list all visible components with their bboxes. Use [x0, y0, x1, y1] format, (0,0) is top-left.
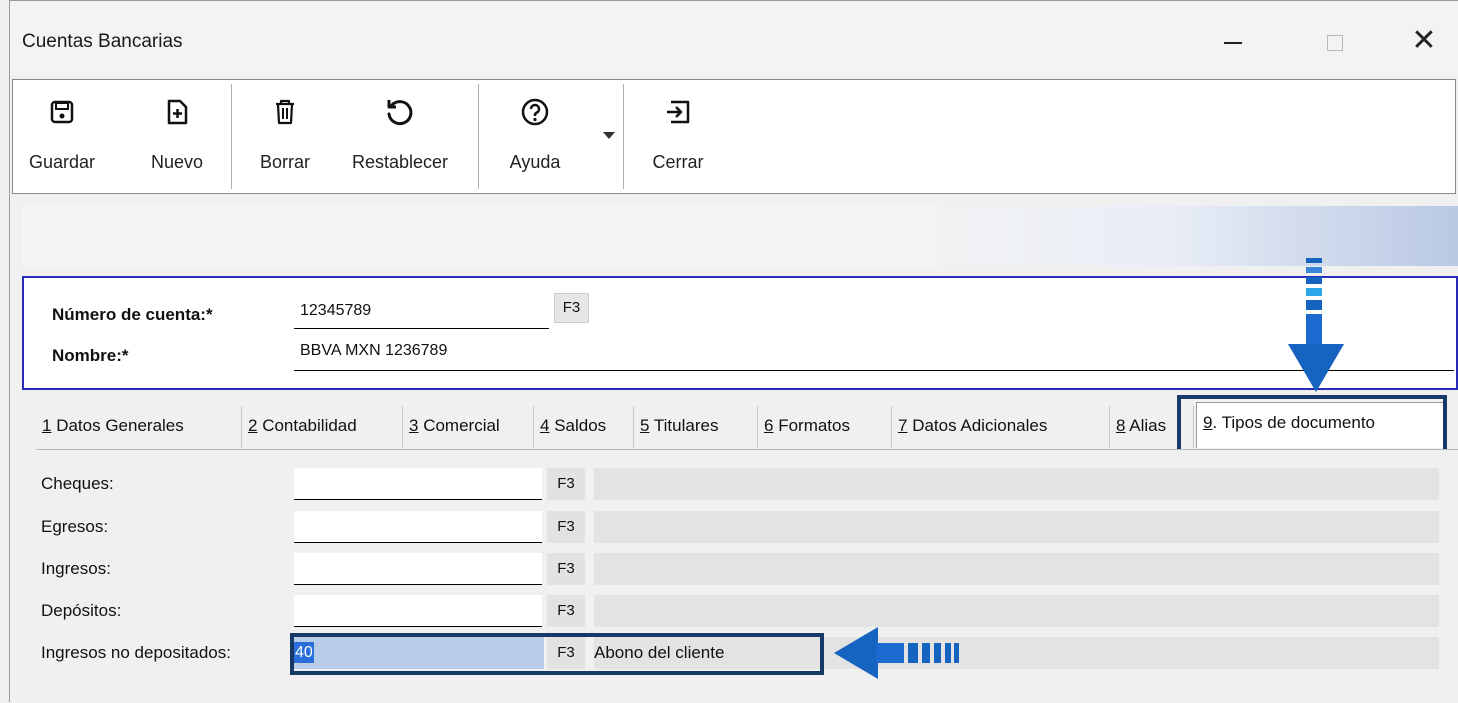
help-dropdown-caret[interactable]	[603, 132, 615, 139]
toolbar-separator	[623, 84, 624, 189]
tab-datos-adicionales[interactable]: 7 Datos Adicionales	[892, 406, 1110, 448]
help-icon	[495, 96, 575, 128]
active-tab-highlight	[1177, 395, 1447, 457]
minimize-button[interactable]	[1213, 23, 1253, 59]
account-header: Número de cuenta:* 12345789 F3 Nombre:* …	[22, 276, 1458, 390]
egresos-lookup-button[interactable]: F3	[547, 511, 585, 543]
depositos-lookup-button[interactable]: F3	[547, 595, 585, 627]
delete-button[interactable]: Borrar	[247, 80, 323, 195]
close-icon: ✕	[1411, 24, 1437, 57]
egresos-input[interactable]	[294, 511, 542, 543]
save-button[interactable]: Guardar	[21, 80, 103, 195]
toolbar: Guardar Nuevo Borrar Restablecer Ayuda C…	[12, 79, 1456, 194]
ingresos-lookup-button[interactable]: F3	[547, 553, 585, 585]
left-arrow-annotation	[830, 623, 970, 683]
help-button[interactable]: Ayuda	[495, 80, 575, 195]
field-highlight	[290, 633, 824, 675]
tab-formatos[interactable]: 6 Formatos	[758, 406, 892, 448]
minimize-icon	[1224, 42, 1242, 45]
ingresos-label: Ingresos:	[41, 559, 111, 578]
toolbar-separator	[231, 84, 232, 189]
tab-saldos[interactable]: 4 Saldos	[534, 406, 634, 448]
cheques-lookup-button[interactable]: F3	[547, 468, 585, 500]
depositos-label: Depósitos:	[41, 601, 122, 620]
egresos-label: Egresos:	[41, 517, 109, 536]
tab-titulares[interactable]: 5 Titulares	[634, 406, 758, 448]
ingresos-description	[594, 553, 1439, 585]
title-bar: Cuentas Bancarias ✕	[10, 1, 1458, 75]
cheques-input[interactable]	[294, 468, 542, 500]
close-button[interactable]: Cerrar	[643, 80, 713, 195]
ingresos-no-depositados-label: Ingresos no depositados:	[41, 643, 231, 662]
maximize-icon	[1327, 35, 1343, 52]
account-number-underline	[294, 328, 549, 329]
undo-icon	[335, 96, 465, 128]
new-document-icon	[141, 96, 213, 128]
tab-contabilidad[interactable]: 2 Contabilidad	[242, 406, 403, 448]
exit-icon	[643, 96, 713, 128]
cheques-label: Cheques:	[41, 474, 114, 493]
close-window-button[interactable]: ✕	[1404, 23, 1444, 59]
maximize-button[interactable]	[1315, 23, 1355, 59]
account-number-lookup-button[interactable]: F3	[554, 293, 589, 323]
tab-comercial[interactable]: 3 Comercial	[403, 406, 534, 448]
depositos-description	[594, 595, 1439, 627]
reset-button[interactable]: Restablecer	[335, 80, 465, 195]
ingresos-input[interactable]	[294, 553, 542, 585]
trash-icon	[247, 96, 323, 128]
cheques-description	[594, 468, 1439, 500]
toolbar-separator	[478, 84, 479, 189]
cuentas-bancarias-window: Cuentas Bancarias ✕ Guardar Nuevo Borrar	[9, 0, 1458, 703]
depositos-input[interactable]	[294, 595, 542, 627]
header-gradient-band	[22, 206, 1458, 266]
account-number-label: Número de cuenta:*	[52, 305, 213, 324]
save-icon	[21, 96, 103, 128]
new-button[interactable]: Nuevo	[141, 80, 213, 195]
tab-datos-generales[interactable]: 1 Datos Generales	[36, 406, 242, 448]
egresos-description	[594, 511, 1439, 543]
account-number-field[interactable]: 12345789	[300, 302, 371, 320]
window-title: Cuentas Bancarias	[22, 31, 183, 52]
name-field[interactable]: BBVA MXN 1236789	[300, 342, 447, 360]
down-arrow-annotation	[1280, 256, 1352, 396]
name-label: Nombre:*	[52, 346, 129, 365]
